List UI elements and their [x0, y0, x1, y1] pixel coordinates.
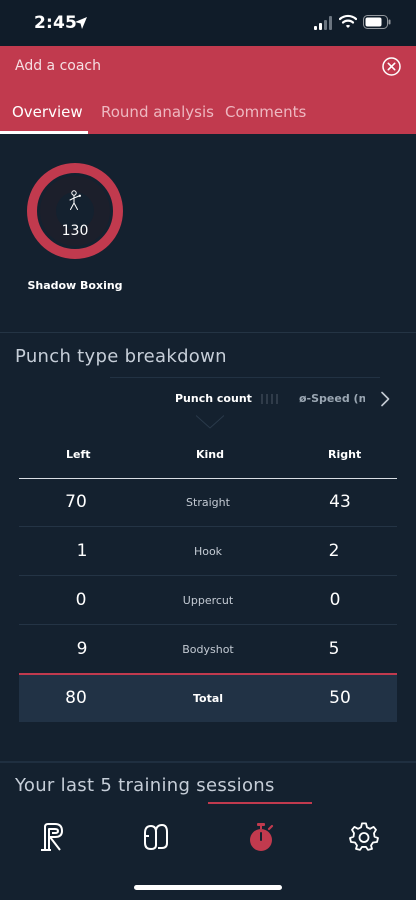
- tab-comments[interactable]: Comments: [225, 103, 306, 121]
- right-count: 2: [328, 541, 340, 561]
- wifi-icon: [339, 14, 357, 28]
- left-count: 9: [76, 639, 88, 659]
- cellular-signal-icon: [314, 16, 332, 30]
- metric-punch-count[interactable]: Punch count: [175, 392, 252, 405]
- column-header-kind: Kind: [196, 448, 224, 461]
- table-row: 70 Straight 43: [19, 479, 397, 527]
- table-row: 0 Uppercut 0: [19, 577, 397, 625]
- metric-switcher-rule: [110, 377, 380, 378]
- total-right-count: 50: [329, 688, 351, 708]
- column-header-right: Right: [328, 448, 362, 461]
- tab-bar: Overview Round analysis Comments: [0, 88, 416, 134]
- status-time: 2:45: [34, 13, 78, 33]
- tab-round-analysis[interactable]: Round analysis: [101, 103, 214, 121]
- location-arrow-icon: [75, 17, 87, 29]
- shadow-boxer-icon: [69, 190, 81, 210]
- gloves-icon[interactable]: [140, 821, 170, 853]
- metric-pointer-caret: [196, 415, 224, 429]
- sessions-title: Your last 5 training sessions: [15, 775, 275, 796]
- battery-icon: [363, 15, 391, 29]
- table-row: 1 Hook 2: [19, 528, 397, 576]
- left-count: 70: [65, 492, 87, 512]
- punch-kind: Uppercut: [182, 594, 234, 607]
- column-header-left: Left: [66, 448, 91, 461]
- row-divider: [19, 624, 397, 625]
- row-divider: [19, 575, 397, 576]
- breakdown-title: Punch type breakdown: [15, 346, 227, 367]
- status-bar: 2:45: [0, 0, 416, 46]
- chevron-right-icon[interactable]: [380, 391, 390, 407]
- section-divider: [0, 332, 416, 333]
- right-count: 0: [329, 590, 341, 610]
- left-count: 0: [75, 590, 87, 610]
- gear-icon[interactable]: [349, 821, 379, 853]
- right-count: 43: [329, 492, 351, 512]
- punch-kind: Bodyshot: [182, 643, 234, 656]
- sessions-divider: [0, 761, 416, 763]
- active-tab-indicator: [0, 131, 88, 134]
- tab-overview[interactable]: Overview: [12, 103, 83, 121]
- left-count: 1: [76, 541, 88, 561]
- activity-label: Shadow Boxing: [27, 279, 123, 292]
- right-count: 5: [328, 639, 340, 659]
- total-label: Total: [192, 692, 224, 705]
- activity-ring-value: 130: [61, 223, 89, 239]
- row-divider: [19, 526, 397, 527]
- home-indicator[interactable]: [134, 885, 282, 890]
- punch-kind: Hook: [193, 545, 223, 558]
- add-coach-banner[interactable]: Add a coach: [0, 46, 416, 88]
- rise-logo-icon[interactable]: [38, 821, 68, 853]
- total-left-count: 80: [65, 688, 87, 708]
- table-row: 9 Bodyshot 5: [19, 626, 397, 674]
- punch-kind: Straight: [186, 496, 230, 509]
- metric-separator-icon: [261, 394, 278, 404]
- add-coach-label[interactable]: Add a coach: [15, 58, 101, 74]
- total-row: 80 Total 50: [19, 673, 397, 722]
- close-icon[interactable]: [382, 57, 401, 76]
- stopwatch-icon[interactable]: [246, 821, 276, 853]
- metric-avg-speed[interactable]: ø-Speed (mph): [299, 392, 365, 405]
